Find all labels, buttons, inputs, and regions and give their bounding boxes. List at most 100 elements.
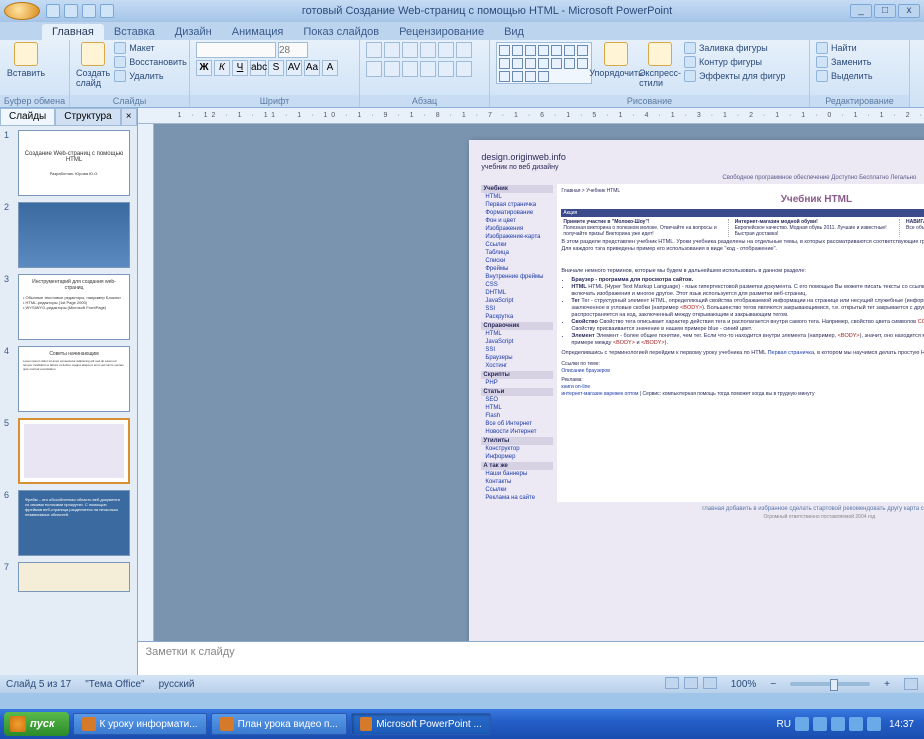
- thumb-5[interactable]: 5: [4, 418, 133, 484]
- task-item-3[interactable]: Microsoft PowerPoint ...: [351, 713, 491, 735]
- align-right-button[interactable]: [402, 61, 418, 77]
- indent-dec-button[interactable]: [402, 42, 418, 58]
- normal-view-button[interactable]: [665, 677, 679, 689]
- zoom-in-button[interactable]: +: [884, 679, 890, 690]
- tray-icon-3[interactable]: [831, 717, 845, 731]
- delete-icon: [114, 70, 126, 82]
- tab-view[interactable]: Вид: [494, 24, 534, 40]
- clock[interactable]: 14:37: [889, 719, 914, 730]
- qat-redo-icon[interactable]: [82, 4, 96, 18]
- slideshow-view-button[interactable]: [703, 677, 717, 689]
- task-item-1[interactable]: К уроку информати...: [73, 713, 207, 735]
- language-indicator[interactable]: русский: [159, 679, 195, 690]
- tab-outline[interactable]: Структура: [55, 108, 120, 126]
- reset-button[interactable]: Восстановить: [114, 56, 187, 68]
- slide-5[interactable]: design.originweb.info учебник по веб диз…: [469, 140, 924, 641]
- status-bar: Слайд 5 из 17 "Тема Office" русский 100%…: [0, 675, 924, 693]
- taskbar: пуск К уроку информати... План урока вид…: [0, 709, 924, 739]
- paste-button[interactable]: Вставить: [6, 42, 46, 78]
- fit-button[interactable]: [904, 678, 918, 690]
- ribbon: Вставить Буфер обмена Создать слайд Маке…: [0, 40, 924, 108]
- thumb-4[interactable]: 4Советы начинающимLorem ipsum dolor sit …: [4, 346, 133, 412]
- shadow-button[interactable]: S: [268, 60, 284, 76]
- arrange-button[interactable]: Упорядочить: [596, 42, 636, 78]
- bold-button[interactable]: Ж: [196, 60, 212, 76]
- font-color-button[interactable]: A: [322, 60, 338, 76]
- linespacing-button[interactable]: [438, 42, 454, 58]
- group-paragraph: Абзац: [360, 40, 490, 107]
- replace-button[interactable]: Заменить: [816, 56, 873, 68]
- quick-styles-button[interactable]: Экспресс-стили: [640, 42, 680, 88]
- select-button[interactable]: Выделить: [816, 70, 873, 82]
- start-button[interactable]: пуск: [4, 712, 69, 736]
- maximize-button[interactable]: □: [874, 4, 896, 18]
- font-name-input[interactable]: [196, 42, 276, 58]
- slide-panel: Слайды Структура × 1Создание Web-страниц…: [0, 108, 138, 675]
- qat-save-icon[interactable]: [46, 4, 60, 18]
- top-nav: Свободное программное обеспечение Доступ…: [481, 175, 924, 181]
- align-center-button[interactable]: [384, 61, 400, 77]
- zoom-slider[interactable]: [790, 682, 870, 686]
- tab-home[interactable]: Главная: [42, 24, 104, 40]
- delete-button[interactable]: Удалить: [114, 70, 187, 82]
- smartart-button[interactable]: [456, 61, 472, 77]
- sorter-view-button[interactable]: [684, 677, 698, 689]
- office-button[interactable]: [4, 2, 40, 20]
- qat-undo-icon[interactable]: [64, 4, 78, 18]
- replace-icon: [816, 56, 828, 68]
- tab-animation[interactable]: Анимация: [222, 24, 294, 40]
- align-left-button[interactable]: [366, 61, 382, 77]
- arrange-icon: [604, 42, 628, 66]
- strike-button[interactable]: abc: [250, 60, 266, 76]
- qat-dropdown-icon[interactable]: [100, 4, 114, 18]
- tab-review[interactable]: Рецензирование: [389, 24, 494, 40]
- tray-icon-1[interactable]: [795, 717, 809, 731]
- bullets-button[interactable]: [366, 42, 382, 58]
- paste-icon: [14, 42, 38, 66]
- numbering-button[interactable]: [384, 42, 400, 58]
- effects-icon: [684, 70, 696, 82]
- tab-slides[interactable]: Слайды: [0, 108, 55, 126]
- minimize-button[interactable]: _: [850, 4, 872, 18]
- tray-icon-2[interactable]: [813, 717, 827, 731]
- tray-icon-5[interactable]: [867, 717, 881, 731]
- tab-slideshow[interactable]: Показ слайдов: [293, 24, 389, 40]
- shape-outline-button[interactable]: Контур фигуры: [684, 56, 785, 68]
- page-heading: Учебник HTML: [561, 194, 924, 205]
- font-size-input[interactable]: [278, 42, 308, 58]
- notes-pane[interactable]: Заметки к слайду: [138, 641, 924, 675]
- thumb-7[interactable]: 7: [4, 562, 133, 592]
- tab-insert[interactable]: Вставка: [104, 24, 165, 40]
- columns-button[interactable]: [438, 61, 454, 77]
- group-drawing: Упорядочить Экспресс-стили Заливка фигур…: [490, 40, 810, 107]
- thumb-1[interactable]: 1Создание Web-страниц с помощью HTMLРазр…: [4, 130, 133, 196]
- close-button[interactable]: x: [898, 4, 920, 18]
- spacing-button[interactable]: AV: [286, 60, 302, 76]
- close-panel-button[interactable]: ×: [121, 108, 137, 126]
- title-bar: готовый Создание Web-страниц с помощью H…: [0, 0, 924, 22]
- thumb-2[interactable]: 2: [4, 202, 133, 268]
- tray-icon-4[interactable]: [849, 717, 863, 731]
- slide-area: 1 · 12 · 1 · 11 · 1 · 10 · 1 · 9 · 1 · 8…: [138, 108, 924, 675]
- underline-button[interactable]: Ч: [232, 60, 248, 76]
- align-justify-button[interactable]: [420, 61, 436, 77]
- shape-effects-button[interactable]: Эффекты для фигур: [684, 70, 785, 82]
- case-button[interactable]: Aa: [304, 60, 320, 76]
- zoom-value: 100%: [731, 679, 757, 690]
- shapes-gallery[interactable]: [496, 42, 592, 84]
- layout-button[interactable]: Макет: [114, 42, 187, 54]
- reset-icon: [114, 56, 126, 68]
- thumb-3[interactable]: 3Инструментарий для создания web-страниц…: [4, 274, 133, 340]
- tab-design[interactable]: Дизайн: [165, 24, 222, 40]
- thumb-6[interactable]: 6Фрейм – это обособленная область веб-до…: [4, 490, 133, 556]
- shape-fill-button[interactable]: Заливка фигуры: [684, 42, 785, 54]
- task-item-2[interactable]: План урока видео п...: [211, 713, 347, 735]
- horizontal-ruler: 1 · 12 · 1 · 11 · 1 · 10 · 1 · 9 · 1 · 8…: [138, 108, 924, 124]
- lang-indicator[interactable]: RU: [777, 719, 791, 730]
- zoom-out-button[interactable]: −: [770, 679, 776, 690]
- textdir-button[interactable]: [456, 42, 472, 58]
- new-slide-button[interactable]: Создать слайд: [76, 42, 110, 88]
- indent-inc-button[interactable]: [420, 42, 436, 58]
- italic-button[interactable]: К: [214, 60, 230, 76]
- find-button[interactable]: Найти: [816, 42, 873, 54]
